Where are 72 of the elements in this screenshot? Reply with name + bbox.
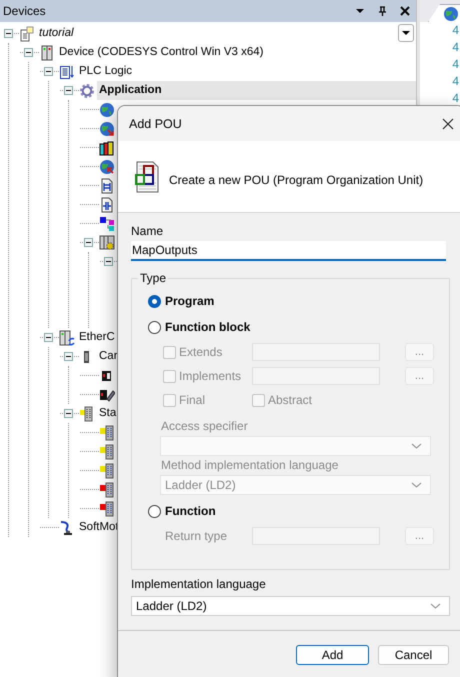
field-label: Implementation language <box>131 577 267 592</box>
io-module-icon[interactable] <box>99 462 115 478</box>
collapse-toggle[interactable] <box>64 352 73 361</box>
collapse-toggle[interactable] <box>44 67 53 76</box>
curve-icon <box>59 520 75 536</box>
checkbox-label: Final <box>179 393 206 407</box>
collapse-toggle[interactable] <box>4 29 13 38</box>
tree-item[interactable]: SoftMot <box>77 518 121 537</box>
collapse-toggle[interactable] <box>64 86 73 95</box>
tree-item[interactable]: Application <box>97 81 416 100</box>
radio-button[interactable] <box>148 320 161 334</box>
device-sync-icon <box>59 330 75 346</box>
chevron-icon[interactable] <box>430 602 441 610</box>
pou-document-icon <box>134 160 160 192</box>
collapse-toggle[interactable] <box>64 409 73 418</box>
books-icon[interactable] <box>99 140 115 156</box>
ladder-document-icon[interactable] <box>99 178 115 194</box>
line-number: 4 <box>452 73 459 90</box>
line-number: 4 <box>452 22 459 39</box>
module-gear-icon[interactable] <box>99 234 115 250</box>
radio-button[interactable] <box>148 294 161 308</box>
collapse-toggle[interactable] <box>24 48 33 57</box>
caret-icon <box>402 30 410 36</box>
panel-title: Devices <box>3 4 47 18</box>
field-label: Method implementation language <box>161 457 340 473</box>
tree-item[interactable]: tutorial <box>37 24 76 43</box>
radio-label: Function <box>165 504 216 518</box>
globe-icon <box>443 6 459 22</box>
radio-label: Function block <box>165 320 250 334</box>
tree-item[interactable]: Device (CODESYS Control Win V3 x64) <box>57 43 266 62</box>
field-label: Access specifier <box>161 418 249 434</box>
dialog-description: Create a new POU (Program Organization Unit) <box>169 172 424 186</box>
io-module-icon <box>79 406 95 422</box>
globe-icon[interactable] <box>99 102 115 118</box>
collapse-toggle[interactable] <box>84 238 93 247</box>
tree-item[interactable]: Car <box>97 347 120 366</box>
dialog-button[interactable]: Add <box>296 645 369 665</box>
gear-icon <box>79 82 95 98</box>
squares-icon[interactable] <box>99 216 115 232</box>
tree-item[interactable]: EtherC <box>77 328 117 347</box>
name-field[interactable]: MapOutputs <box>131 241 446 261</box>
document-icon <box>19 26 35 42</box>
checkbox-label: Abstract <box>268 393 312 407</box>
logic-document-icon <box>59 64 75 80</box>
checkbox-label: Extends <box>179 345 222 359</box>
collapse-toggle[interactable] <box>104 257 113 266</box>
caret-icon[interactable] <box>355 6 365 16</box>
line-number: 4 <box>452 56 459 73</box>
pin-icon[interactable] <box>377 6 388 16</box>
close-icon[interactable] <box>400 6 410 16</box>
close-icon[interactable] <box>442 118 454 130</box>
device-icon <box>39 44 55 60</box>
radio-button[interactable] <box>148 504 161 518</box>
radio-label: Program <box>165 294 214 308</box>
checkbox-label: Implements <box>179 369 242 383</box>
line-number: 4 <box>452 90 459 107</box>
dialog-title: Add POU <box>129 116 183 130</box>
field-label: Return type <box>164 529 228 543</box>
collapse-toggle[interactable] <box>44 333 53 342</box>
io-module-icon[interactable] <box>99 482 115 498</box>
dropdown[interactable]: Ladder (LD2) <box>131 596 450 616</box>
contact-document-icon[interactable] <box>99 196 115 212</box>
io-module-icon[interactable] <box>99 500 115 516</box>
field-label: Name <box>131 224 164 239</box>
group-legend: Type <box>138 271 168 286</box>
io-module-icon[interactable] <box>99 424 115 440</box>
tree-item[interactable]: PLC Logic <box>77 62 134 81</box>
dropdown-button[interactable] <box>398 24 414 42</box>
tree-item[interactable]: Sta <box>97 404 118 423</box>
io-module-icon[interactable] <box>99 444 115 460</box>
line-number: 4 <box>452 39 459 56</box>
dialog-button[interactable]: Cancel <box>378 645 449 665</box>
